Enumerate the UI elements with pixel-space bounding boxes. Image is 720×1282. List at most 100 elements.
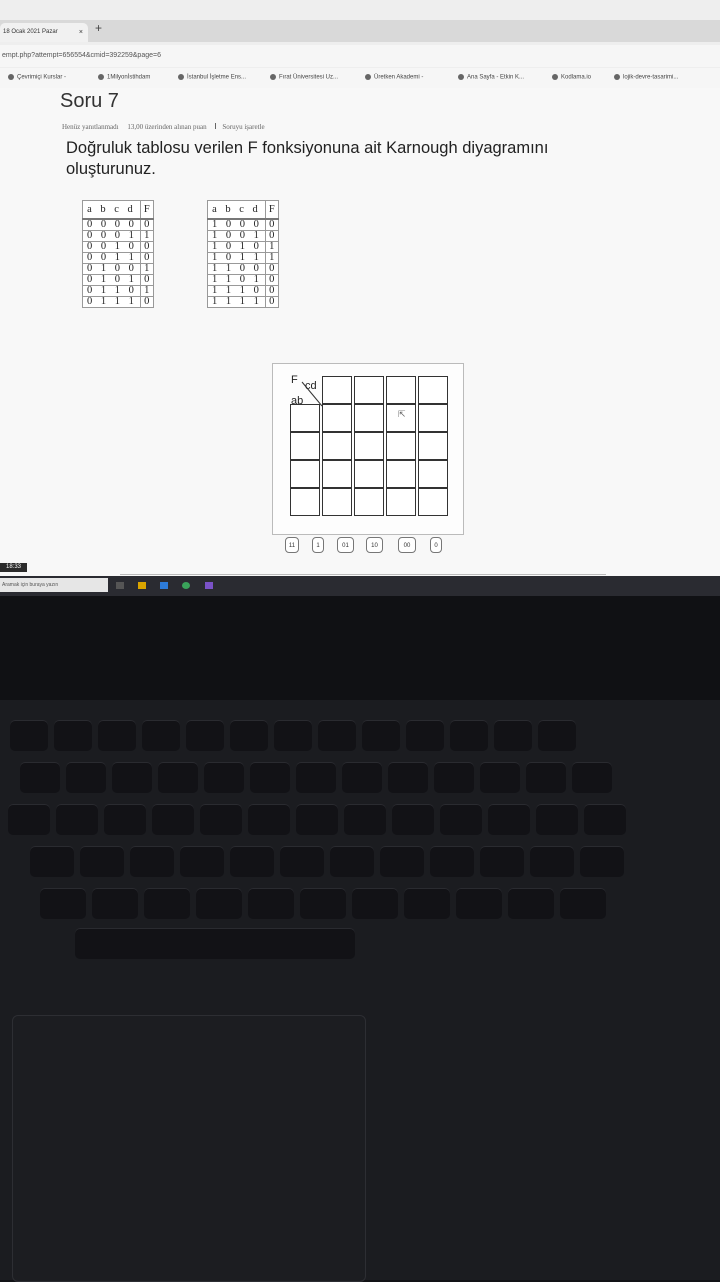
table-header-inputs: a b c d: [207, 200, 266, 220]
bookmark-item[interactable]: Kodlama.io: [552, 74, 591, 81]
input-cell: 0 1 1 0: [82, 285, 141, 297]
tab-title: 18 Ocak 2021 Pazar: [3, 29, 58, 35]
keyboard-key: [230, 720, 268, 751]
drag-tile[interactable]: 10: [366, 537, 383, 553]
kmap-drop-cell[interactable]: [418, 460, 448, 488]
kmap-header-cell[interactable]: [322, 376, 352, 404]
keyboard-key: [152, 804, 194, 835]
input-cell: 1 0 0 1: [207, 230, 266, 242]
bookmark-item[interactable]: Çevrimiçi Kurslar -: [8, 74, 66, 81]
kmap-drop-cell[interactable]: [354, 404, 384, 432]
table-row: 0 0 0 00: [82, 218, 154, 231]
touchpad[interactable]: [12, 1015, 366, 1282]
bookmark-item[interactable]: Ana Sayfa - Etkin K...: [458, 74, 524, 81]
task-view-icon[interactable]: [116, 582, 124, 589]
address-bar[interactable]: empt.php?attempt=656554&cmid=392259&page…: [0, 45, 720, 67]
table-header-inputs: a b c d: [82, 200, 141, 220]
drag-tile[interactable]: 1: [312, 537, 324, 553]
kmap-drop-cell[interactable]: [322, 488, 352, 516]
kmap-drop-cell[interactable]: [386, 432, 416, 460]
new-tab-button[interactable]: +: [95, 21, 102, 35]
table-row: 0 0 0 11: [82, 230, 154, 242]
keyboard-key: [92, 888, 138, 919]
bookmark-item[interactable]: lojik-devre-tasarimi...: [614, 74, 678, 81]
kmap-drop-cell[interactable]: [386, 488, 416, 516]
input-cell: 0 0 1 1: [82, 252, 141, 264]
keyboard-key: [480, 762, 520, 793]
kmap-header-cell[interactable]: [290, 404, 320, 432]
drag-tile[interactable]: 01: [337, 537, 354, 553]
mail-icon[interactable]: [160, 582, 168, 589]
chrome-icon[interactable]: [182, 582, 190, 589]
laptop-bezel: [0, 596, 720, 716]
output-cell: 0: [139, 296, 154, 308]
keyboard-key: [392, 804, 434, 835]
mouse-cursor-icon: ⇱: [398, 409, 406, 419]
bookmark-item[interactable]: Üretken Akademi -: [365, 74, 423, 81]
table-row: 1 0 1 01: [207, 241, 279, 253]
kmap-drop-cell[interactable]: [322, 404, 352, 432]
taskbar-search-input[interactable]: Aramak için buraya yazın: [0, 578, 108, 592]
browser-tab[interactable]: 18 Ocak 2021 Pazar ×: [0, 23, 88, 42]
keyboard-key: [580, 846, 624, 877]
drag-tile[interactable]: 0: [430, 537, 442, 553]
input-cell: 1 1 1 0: [207, 285, 266, 297]
kmap-drop-cell[interactable]: [386, 460, 416, 488]
kmap-drop-cell[interactable]: [418, 404, 448, 432]
kmap-drop-cell[interactable]: [418, 432, 448, 460]
kmap-ab-label: ab: [291, 395, 304, 407]
keyboard-key: [380, 846, 424, 877]
input-cell: 1 1 0 1: [207, 274, 266, 286]
bookmarks-bar: Çevrimiçi Kurslar - 1Milyonİstihdam İsta…: [0, 68, 720, 88]
bookmark-icon: [458, 74, 464, 80]
bookmark-icon: [365, 74, 371, 80]
keyboard-key: [296, 804, 338, 835]
bookmark-icon: [8, 74, 14, 80]
keyboard-key: [572, 762, 612, 793]
kmap-header-cell[interactable]: [290, 432, 320, 460]
url-text: empt.php?attempt=656554&cmid=392259&page…: [2, 52, 161, 59]
flag-question-link[interactable]: Soruyu işaretle: [215, 123, 265, 131]
windows-taskbar: Aramak için buraya yazın: [0, 576, 720, 596]
tab-close-icon[interactable]: ×: [79, 23, 83, 42]
input-cell: 0 1 0 1: [82, 274, 141, 286]
kmap-header-cell[interactable]: [290, 460, 320, 488]
keyboard-key: [344, 804, 386, 835]
keyboard-key: [274, 720, 312, 751]
drag-tile[interactable]: 00: [398, 537, 416, 553]
kmap-drop-cell[interactable]: [322, 460, 352, 488]
kmap-drop-cell[interactable]: [354, 488, 384, 516]
kmap-header-cell[interactable]: [386, 376, 416, 404]
kmap-header-cell[interactable]: [354, 376, 384, 404]
question-points: 13,00 üzerinden alınan puan: [127, 123, 207, 131]
kmap-drop-cell[interactable]: [354, 460, 384, 488]
file-explorer-icon[interactable]: [138, 582, 146, 589]
bookmark-item[interactable]: İstanbul İşletme Ens...: [178, 74, 246, 81]
bookmark-item[interactable]: 1Milyonİstihdam: [98, 74, 150, 81]
output-cell: 0: [139, 218, 154, 231]
keyboard-key: [130, 846, 174, 877]
keyboard-key: [388, 762, 428, 793]
question-status: Henüz yanıtlanmadı: [62, 123, 119, 131]
input-cell: 1 0 1 0: [207, 241, 266, 253]
laptop-screen: 18 Ocak 2021 Pazar × + empt.php?attempt=…: [0, 0, 720, 596]
kmap-drop-cell[interactable]: [354, 432, 384, 460]
keyboard-key: [342, 762, 382, 793]
drag-tile[interactable]: 11: [285, 537, 299, 553]
output-cell: 0: [264, 218, 279, 231]
table-row: 0 1 0 01: [82, 263, 154, 275]
kmap-drop-cell[interactable]: [418, 488, 448, 516]
app-icon[interactable]: [205, 582, 213, 589]
keyboard-key: [142, 720, 180, 751]
bookmark-item[interactable]: Fırat Üniversitesi Uz...: [270, 74, 338, 81]
keyboard-key: [66, 762, 106, 793]
keyboard-key: [248, 888, 294, 919]
kmap-header-cell[interactable]: [290, 488, 320, 516]
keyboard-key: [230, 846, 274, 877]
truth-table-left: a b c d F 0 0 0 000 0 0 110 0 1 000 0 1 …: [82, 200, 154, 308]
clock: 18:33: [0, 563, 27, 572]
output-cell: 0: [264, 230, 279, 242]
kmap-header-cell[interactable]: [418, 376, 448, 404]
kmap-drop-cell[interactable]: [322, 432, 352, 460]
karnaugh-map-dropzone: F cd ab ⇱: [272, 363, 464, 535]
